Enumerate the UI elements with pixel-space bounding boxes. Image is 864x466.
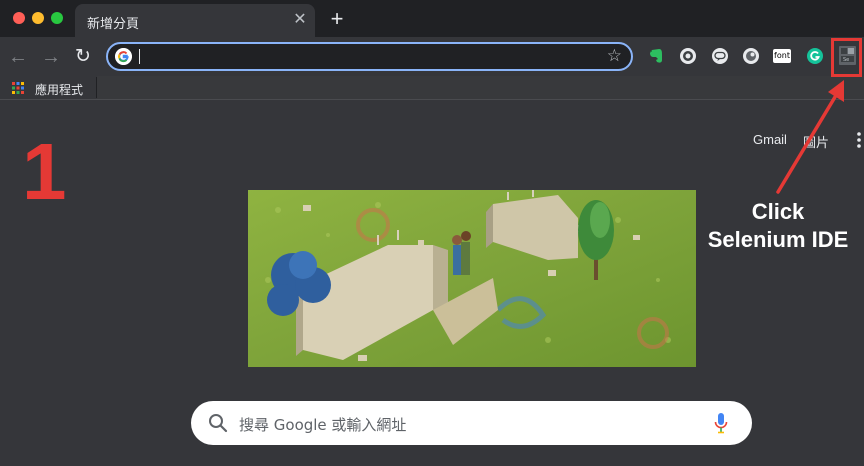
people-figures (452, 231, 471, 275)
browser-toolbar: ← → ↻ ☆ font Se (0, 37, 864, 76)
reload-button[interactable]: ↻ (71, 45, 95, 69)
back-button[interactable]: ← (6, 45, 30, 69)
text-caret (139, 49, 140, 64)
font-extension-icon[interactable]: font (773, 49, 791, 63)
instruction-line-2: Selenium IDE (707, 227, 849, 252)
bookmark-star-icon[interactable]: ☆ (607, 46, 622, 66)
grammarly-icon[interactable] (806, 47, 824, 65)
search-placeholder: 搜尋 Google 或輸入網址 (239, 416, 407, 434)
google-search-box[interactable]: 搜尋 Google 或輸入網址 (191, 401, 752, 445)
instruction-annotation: Click Selenium IDE (703, 198, 853, 254)
step-number: 1 (22, 127, 67, 216)
bookmarks-empty-area (97, 76, 864, 99)
evernote-icon[interactable] (647, 47, 665, 65)
apps-bookmark-label[interactable]: 應用程式 (35, 81, 83, 98)
new-tab-button[interactable]: + (326, 8, 348, 30)
bookmarks-bar: 應用程式 (0, 76, 864, 100)
tab-close-icon[interactable]: ✕ (291, 11, 309, 29)
zoom-window-button[interactable] (51, 12, 63, 24)
microphone-icon[interactable] (714, 412, 728, 434)
tab-title: 新增分頁 (87, 17, 140, 32)
tab-new-tab[interactable]: 新增分頁 ✕ (75, 4, 315, 37)
line-icon[interactable] (711, 47, 729, 65)
address-bar[interactable]: ☆ (106, 42, 633, 71)
font-extension-label: font (774, 51, 790, 60)
disc-extension-icon[interactable] (742, 47, 760, 65)
apps-grid-icon[interactable] (12, 82, 24, 94)
annotation-arrow-icon (776, 80, 844, 194)
new-tab-page: 1 Gmail 圖片 Click Selenium IDE 搜尋 Google … (0, 101, 864, 466)
close-window-button[interactable] (13, 12, 25, 24)
circle-extension-icon[interactable] (679, 47, 697, 65)
forward-button[interactable]: → (39, 45, 63, 69)
google-doodle-image[interactable] (248, 190, 696, 367)
search-icon (209, 414, 228, 433)
tab-strip: 新增分頁 ✕ + (0, 0, 864, 37)
instruction-line-1: Click (751, 199, 805, 224)
minimize-window-button[interactable] (32, 12, 44, 24)
google-icon (115, 48, 132, 65)
